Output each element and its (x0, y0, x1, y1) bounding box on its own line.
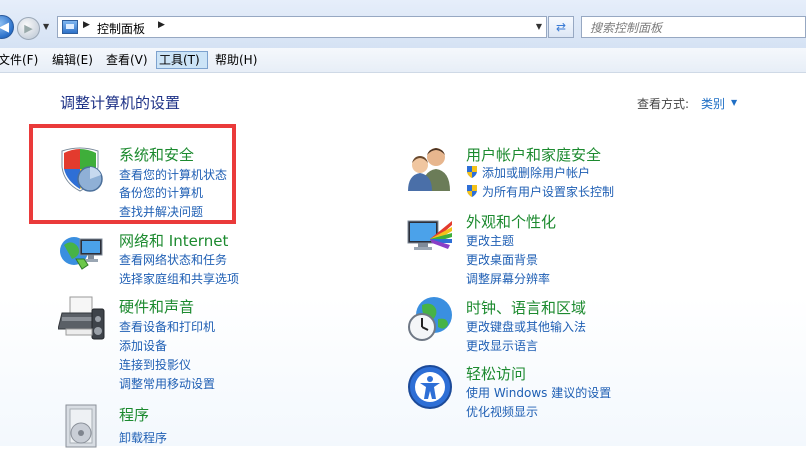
programs-icon[interactable] (58, 403, 106, 451)
forward-button[interactable]: ▶ (17, 17, 40, 40)
control-panel-icon (62, 20, 78, 34)
link-devices-printers[interactable]: 查看设备和打印机 (119, 318, 215, 335)
link-add-device[interactable]: 添加设备 (119, 337, 167, 354)
appearance-icon[interactable] (406, 213, 454, 261)
link-parental-controls[interactable]: 为所有用户设置家长控制 (466, 183, 614, 200)
ease-of-access-icon[interactable] (406, 363, 454, 411)
link-optimize-visual-display[interactable]: 优化视频显示 (466, 403, 538, 420)
menu-file[interactable]: 文件(F) (0, 51, 40, 69)
menu-help[interactable]: 帮助(H) (213, 51, 259, 69)
control-panel-content: 调整计算机的设置 查看方式: 类别 ▼ 系统和安全 查看您的计算机状态 备份您的… (0, 73, 806, 448)
category-network-internet[interactable]: 网络和 Internet (119, 230, 228, 251)
link-change-display-language[interactable]: 更改显示语言 (466, 337, 538, 354)
search-input[interactable] (588, 18, 792, 38)
forward-arrow-icon: ▶ (24, 22, 33, 35)
link-change-theme[interactable]: 更改主题 (466, 232, 514, 249)
address-history-dropdown-icon[interactable]: ▼ (536, 22, 542, 31)
link-parental-controls-label: 为所有用户设置家长控制 (482, 185, 615, 199)
breadcrumb-separator-icon[interactable]: ▶ (158, 20, 165, 30)
uac-shield-icon (467, 185, 477, 197)
refresh-icon: ⇄ (555, 20, 567, 34)
menu-bar: 文件(F) 编辑(E) 查看(V) 工具(T) 帮助(H) (0, 48, 806, 73)
category-ease-of-access[interactable]: 轻松访问 (466, 363, 526, 384)
link-mobility-settings[interactable]: 调整常用移动设置 (119, 375, 215, 392)
view-by-label: 查看方式: (637, 97, 690, 111)
category-user-accounts[interactable]: 用户帐户和家庭安全 (466, 144, 601, 165)
link-connect-projector[interactable]: 连接到投影仪 (119, 356, 191, 373)
menu-tools[interactable]: 工具(T) (156, 51, 208, 69)
breadcrumb-control-panel[interactable]: 控制面板 (97, 20, 145, 37)
link-windows-recommended-settings[interactable]: 使用 Windows 建议的设置 (466, 384, 611, 401)
uac-shield-icon (467, 166, 477, 178)
link-screen-resolution[interactable]: 调整屏幕分辨率 (466, 270, 550, 287)
back-button[interactable]: ◀ (0, 15, 14, 39)
recent-pages-dropdown[interactable]: ▼ (43, 22, 49, 31)
address-field[interactable]: ▶ 控制面板 ▶ ▼ (57, 16, 547, 38)
link-add-remove-accounts-label: 添加或删除用户帐户 (482, 166, 591, 180)
chevron-down-icon: ▼ (43, 22, 50, 31)
category-programs[interactable]: 程序 (119, 404, 149, 425)
page-title: 调整计算机的设置 (60, 94, 181, 112)
category-appearance[interactable]: 外观和个性化 (466, 211, 556, 232)
menu-edit[interactable]: 编辑(E) (50, 51, 95, 69)
view-by-chevron-down-icon[interactable]: ▼ (731, 98, 737, 107)
link-view-network-status[interactable]: 查看网络状态和任务 (119, 251, 227, 268)
back-arrow-icon: ◀ (0, 20, 9, 35)
highlight-box (29, 124, 236, 224)
printer-icon[interactable] (57, 295, 106, 343)
search-box[interactable] (581, 16, 806, 38)
network-icon[interactable] (58, 229, 106, 277)
view-by-dropdown[interactable]: 类别 (701, 95, 725, 112)
menu-view[interactable]: 查看(V) (104, 51, 150, 69)
link-desktop-background[interactable]: 更改桌面背景 (466, 251, 538, 268)
link-homegroup-sharing[interactable]: 选择家庭组和共享选项 (119, 270, 239, 287)
category-hardware-sound[interactable]: 硬件和声音 (119, 296, 194, 317)
link-add-remove-accounts[interactable]: 添加或删除用户帐户 (466, 164, 590, 181)
users-icon[interactable] (406, 145, 454, 193)
link-change-input-methods[interactable]: 更改键盘或其他输入法 (466, 318, 586, 335)
clock-globe-icon[interactable] (406, 295, 454, 343)
category-clock-language-region[interactable]: 时钟、语言和区域 (466, 297, 586, 318)
link-uninstall-program[interactable]: 卸载程序 (119, 429, 167, 446)
refresh-button[interactable]: ⇄ (548, 16, 574, 38)
address-toolbar: ◀ ▶ ▼ ▶ 控制面板 ▶ ▼ ⇄ (0, 0, 806, 48)
breadcrumb-separator-icon[interactable]: ▶ (83, 20, 90, 30)
